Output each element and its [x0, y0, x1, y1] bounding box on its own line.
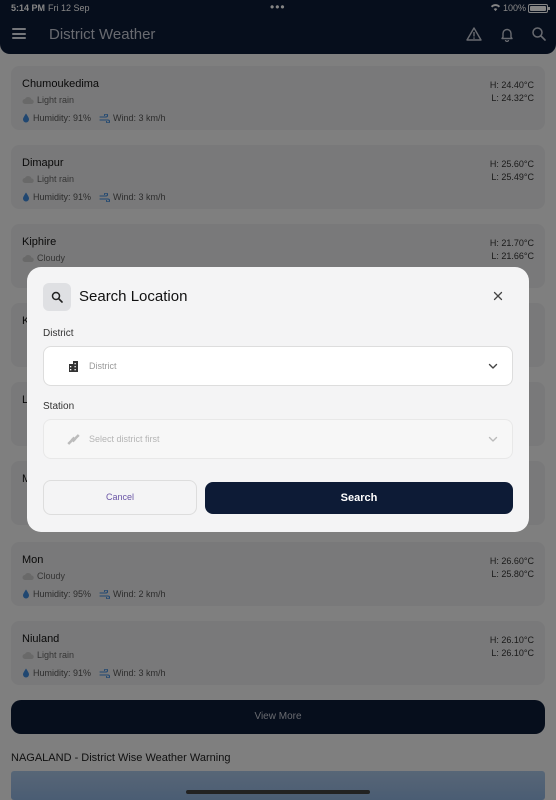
district-placeholder: District: [89, 361, 117, 371]
station-select[interactable]: Select district first: [43, 419, 513, 459]
station-placeholder: Select district first: [89, 434, 160, 444]
search-location-dialog: Search Location District District Statio…: [27, 267, 529, 532]
building-icon: [69, 361, 78, 372]
district-label: District: [43, 328, 74, 339]
search-button[interactable]: Search: [205, 482, 513, 514]
district-select[interactable]: District: [43, 346, 513, 386]
station-label: Station: [43, 401, 75, 412]
home-indicator[interactable]: [186, 790, 370, 794]
satellite-icon: [67, 434, 80, 445]
dialog-title: Search Location: [79, 288, 188, 305]
close-icon[interactable]: [493, 291, 503, 301]
chevron-down-icon: [488, 436, 498, 442]
chevron-down-icon: [488, 363, 498, 369]
cancel-button[interactable]: Cancel: [43, 480, 197, 515]
search-icon: [43, 283, 71, 311]
